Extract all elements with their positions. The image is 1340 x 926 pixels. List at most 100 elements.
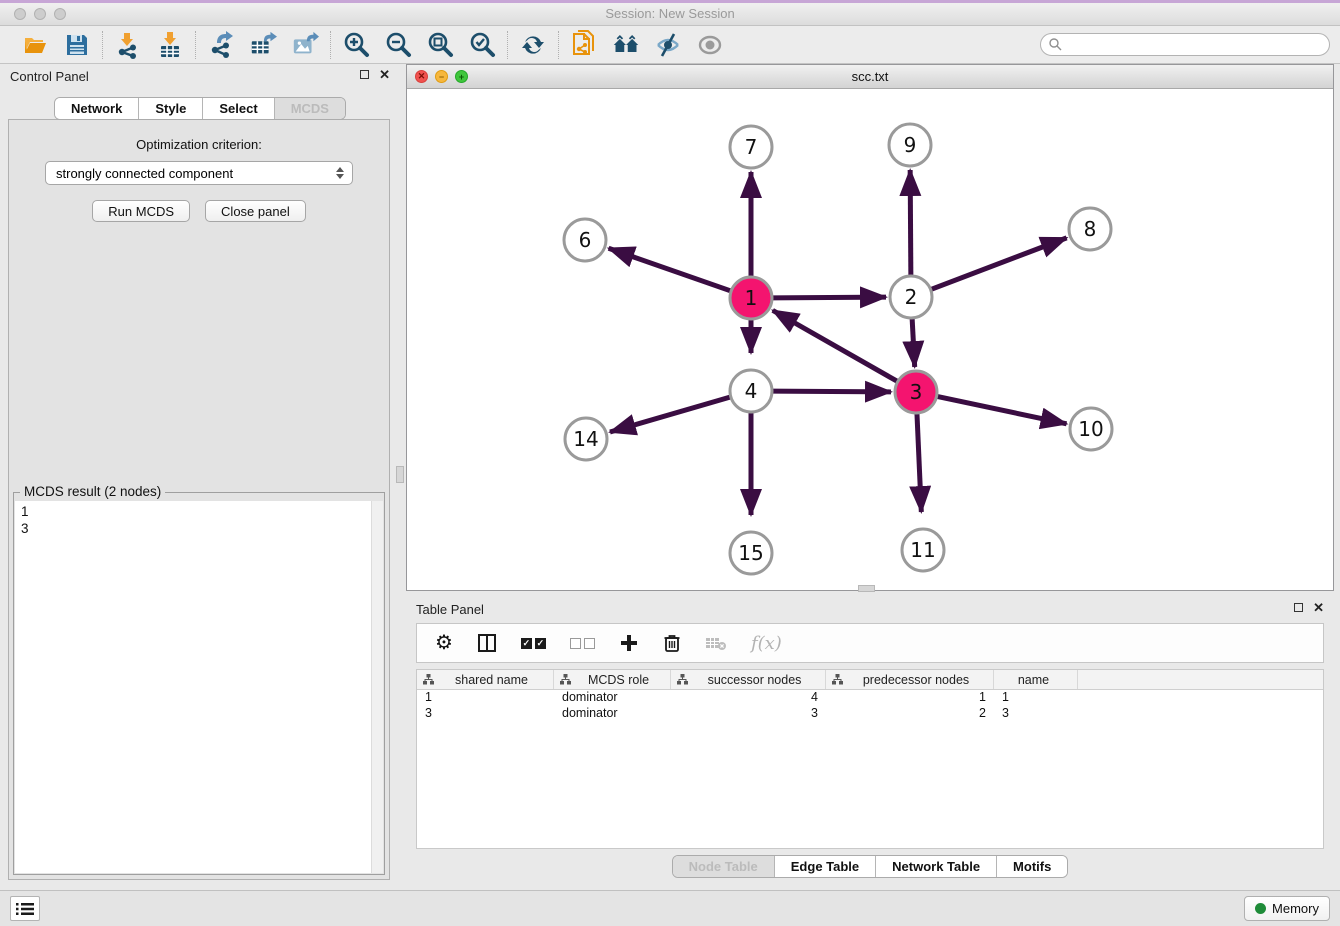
show-all-icon[interactable]	[696, 31, 724, 59]
table-header-row: shared name MCDS role successor nodes pr…	[417, 670, 1323, 690]
mcds-result-title: MCDS result (2 nodes)	[20, 484, 165, 499]
graph-edge-4-3[interactable]	[772, 391, 891, 392]
tab-style[interactable]: Style	[139, 98, 203, 119]
table-row[interactable]: 1 dominator 4 1 1	[417, 690, 1323, 706]
column-header-shared-name[interactable]: shared name	[417, 670, 554, 689]
horizontal-splitter-handle[interactable]	[858, 585, 875, 592]
svg-text:14: 14	[573, 427, 598, 451]
search-input[interactable]	[1063, 36, 1329, 54]
mcds-panel-body: Optimization criterion: strongly connect…	[8, 119, 390, 880]
clone-network-icon[interactable]	[570, 31, 598, 59]
graph-edge-3-11[interactable]	[917, 413, 921, 512]
graph-node-2[interactable]: 2	[890, 276, 932, 318]
select-stepper-icon	[336, 167, 344, 179]
svg-text:6: 6	[579, 228, 592, 252]
open-file-icon[interactable]	[21, 31, 49, 59]
table-toolbar: ⚙ ✓✓ f(x)	[416, 623, 1324, 663]
search-icon	[1048, 37, 1063, 52]
zoom-in-icon[interactable]	[342, 31, 370, 59]
tab-network[interactable]: Network	[55, 98, 139, 119]
add-column-icon[interactable]	[619, 631, 639, 655]
export-network-icon[interactable]	[207, 31, 235, 59]
graph-node-14[interactable]: 14	[565, 418, 607, 460]
column-header-predecessor-nodes[interactable]: predecessor nodes	[826, 670, 994, 689]
mcds-result-area[interactable]: 1 3	[15, 501, 383, 873]
graph-edge-2-8[interactable]	[931, 238, 1067, 290]
graph-edge-3-1[interactable]	[773, 310, 898, 381]
float-table-panel-icon[interactable]	[1294, 603, 1303, 612]
export-image-icon[interactable]	[291, 31, 319, 59]
import-network-icon[interactable]	[114, 31, 142, 59]
svg-text:15: 15	[738, 541, 763, 565]
function-builder-icon-disabled: f(x)	[751, 631, 782, 655]
apply-layout-icon[interactable]	[519, 31, 547, 59]
table-panel: Table Panel ✕ ⚙ ✓✓ f(x)	[406, 597, 1334, 890]
export-table-icon[interactable]	[249, 31, 277, 59]
zoom-out-icon[interactable]	[384, 31, 412, 59]
vertical-splitter-handle[interactable]	[396, 466, 404, 483]
first-neighbors-icon[interactable]	[612, 31, 640, 59]
result-scrollbar[interactable]	[371, 501, 383, 873]
save-session-icon[interactable]	[63, 31, 91, 59]
hide-selected-icon[interactable]	[654, 31, 682, 59]
graph-node-6[interactable]: 6	[564, 219, 606, 261]
tab-mcds[interactable]: MCDS	[275, 98, 345, 119]
graph-edge-3-10[interactable]	[937, 396, 1067, 423]
tab-motifs[interactable]: Motifs	[997, 856, 1067, 877]
column-type-icon	[677, 674, 688, 685]
mcds-result-fieldset: MCDS result (2 nodes) 1 3	[13, 492, 385, 875]
deselect-all-columns-icon[interactable]	[570, 631, 595, 655]
graph-node-1[interactable]: 1	[730, 277, 772, 319]
column-type-icon	[832, 674, 843, 685]
select-all-columns-icon[interactable]: ✓✓	[521, 631, 546, 655]
graph-node-7[interactable]: 7	[730, 126, 772, 168]
task-history-button[interactable]	[10, 896, 40, 921]
close-table-panel-icon[interactable]: ✕	[1313, 602, 1324, 613]
close-panel-button[interactable]: Close panel	[205, 200, 306, 222]
table-settings-gear-icon[interactable]: ⚙	[435, 631, 453, 655]
zoom-selected-icon[interactable]	[468, 31, 496, 59]
table-panel-title: Table Panel	[416, 602, 484, 617]
close-panel-icon[interactable]: ✕	[379, 69, 390, 80]
column-header-name[interactable]: name	[994, 670, 1078, 689]
application-window: Session: New Session	[0, 0, 1340, 926]
criterion-select[interactable]: strongly connected component	[45, 161, 353, 185]
graph-edge-4-14[interactable]	[610, 397, 731, 432]
main-toolbar	[0, 26, 1340, 64]
graph-node-11[interactable]: 11	[902, 529, 944, 571]
zoom-fit-icon[interactable]	[426, 31, 454, 59]
graph-node-9[interactable]: 9	[889, 124, 931, 166]
graph-edge-1-6[interactable]	[609, 248, 732, 291]
graph-edge-2-3[interactable]	[912, 318, 915, 367]
graph-node-15[interactable]: 15	[730, 532, 772, 574]
float-panel-icon[interactable]	[360, 70, 369, 79]
network-window-titlebar[interactable]: ✕ − + scc.txt	[407, 65, 1333, 89]
search-box[interactable]	[1040, 33, 1330, 56]
tab-edge-table[interactable]: Edge Table	[775, 856, 876, 877]
import-table-icon[interactable]	[156, 31, 184, 59]
column-header-mcds-role[interactable]: MCDS role	[554, 670, 671, 689]
memory-button[interactable]: Memory	[1244, 896, 1330, 921]
window-title: Session: New Session	[0, 6, 1340, 21]
svg-text:3: 3	[910, 380, 923, 404]
table-row[interactable]: 3 dominator 3 2 3	[417, 706, 1323, 722]
tab-node-table[interactable]: Node Table	[673, 856, 775, 877]
graph-edge-1-2[interactable]	[772, 297, 886, 298]
network-canvas[interactable]: 7 9 6 8 1 2 4 3 14 10 15 11	[407, 89, 1333, 590]
graph-node-8[interactable]: 8	[1069, 208, 1111, 250]
delete-column-trash-icon[interactable]	[663, 631, 681, 655]
graph-edge-2-9[interactable]	[910, 170, 911, 276]
criterion-selected-value: strongly connected component	[56, 166, 336, 181]
graph-node-10[interactable]: 10	[1070, 408, 1112, 450]
tab-select[interactable]: Select	[203, 98, 274, 119]
run-mcds-button[interactable]: Run MCDS	[92, 200, 190, 222]
graph-node-4[interactable]: 4	[730, 370, 772, 412]
optimization-criterion-label: Optimization criterion:	[9, 137, 389, 152]
column-header-successor-nodes[interactable]: successor nodes	[671, 670, 826, 689]
svg-text:1: 1	[745, 286, 758, 310]
svg-text:9: 9	[904, 133, 917, 157]
graph-node-3[interactable]: 3	[895, 371, 937, 413]
tab-network-table[interactable]: Network Table	[876, 856, 997, 877]
list-icon	[16, 902, 34, 916]
split-columns-icon[interactable]	[477, 631, 497, 655]
